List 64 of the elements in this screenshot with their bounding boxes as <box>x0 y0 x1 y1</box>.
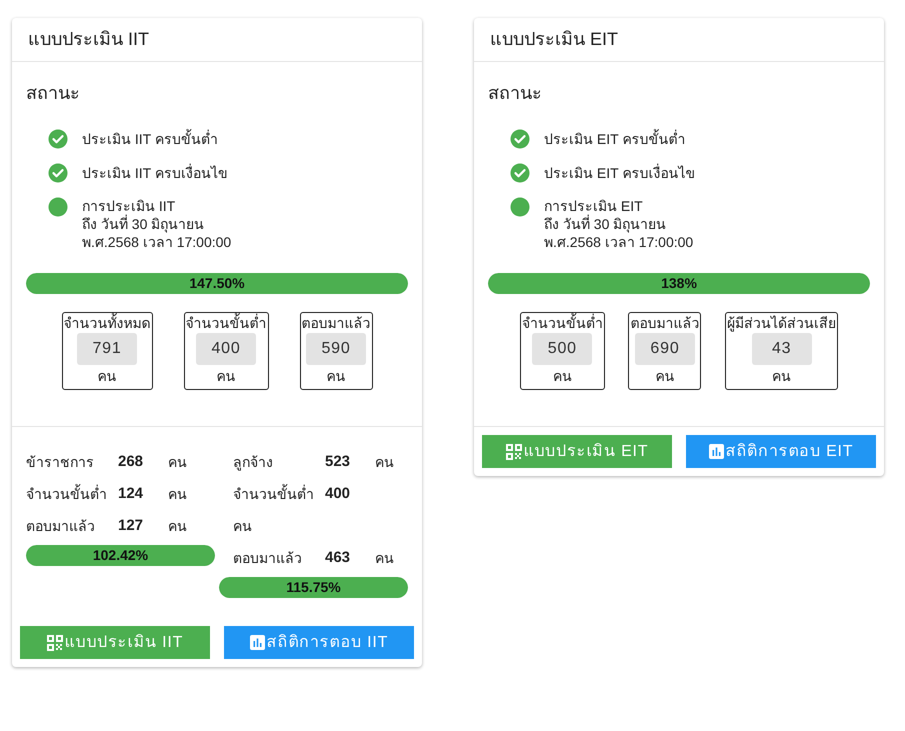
row-unit: คน <box>168 485 188 503</box>
stat-unit: คน <box>98 367 116 386</box>
stat-label: จำนวนทั้งหมด <box>62 313 152 333</box>
row-value: 127 <box>118 517 144 535</box>
check-circle-icon <box>510 163 530 183</box>
stat-value: 400 <box>196 333 256 365</box>
qr-code-icon <box>46 634 63 650</box>
status-text: ประเมิน IIT ครบขั้นต่ำ <box>82 129 218 148</box>
status-dot-icon <box>48 197 68 217</box>
stat-value: 590 <box>306 333 366 365</box>
row-unit: คน <box>375 453 395 471</box>
check-circle-icon <box>510 129 530 149</box>
check-circle-icon <box>48 129 68 149</box>
bar-chart-icon <box>250 635 265 650</box>
row-unit: คน <box>168 453 188 471</box>
stat-label: จำนวนขั้นต่ำ <box>184 313 268 333</box>
status-text: ประเมิน EIT ครบเงื่อนไข <box>544 163 696 182</box>
stat-label: ตอบมาแล้ว <box>629 314 700 333</box>
stat-unit: คน <box>552 367 572 386</box>
status-text: การประเมิน IIT ถึง วันที่ 30 มิถุนายน พ.ศ.2568 เวลา 17:00:00 <box>82 197 232 251</box>
stat-unit: คน <box>216 367 236 386</box>
stat-unit: คน <box>655 367 674 386</box>
stat-unit: คน <box>772 367 792 386</box>
action-button[interactable]: สถิติการตอบ IIT <box>224 626 414 659</box>
stat-value: 791 <box>77 333 137 365</box>
row-label: จำนวนขั้นต่ำ <box>233 485 315 503</box>
stat-unit: คน <box>326 367 346 386</box>
status-text: ประเมิน EIT ครบขั้นต่ำ <box>544 129 686 148</box>
row-label: จำนวนขั้นต่ำ <box>26 485 108 503</box>
stat-value: 500 <box>532 333 592 365</box>
status-text: การประเมิน EIT ถึง วันที่ 30 มิถุนายน พ.ศ.2568 เวลา 17:00:00 <box>544 197 694 251</box>
card-title: แบบประเมิน IIT <box>28 28 149 51</box>
row-label: ข้าราชการ <box>26 453 95 471</box>
status-text: ประเมิน IIT ครบเงื่อนไข <box>82 163 228 182</box>
action-button[interactable]: แบบประเมิน EIT <box>482 435 672 468</box>
progress-label: 147.50% <box>188 274 246 293</box>
progress-label: 115.75% <box>285 578 342 597</box>
progress-label: 102.42% <box>92 546 150 565</box>
row-label: ตอบมาแล้ว <box>26 517 96 535</box>
stat-label: จำนวนขั้นต่ำ <box>520 313 604 333</box>
row-value: 124 <box>118 485 144 503</box>
row-value: 523 <box>325 453 352 471</box>
row-label: ลูกจ้าง <box>233 453 274 471</box>
stat-label: ตอบมาแล้ว <box>300 314 372 333</box>
row-value: 400 <box>325 485 352 503</box>
status-heading: สถานะ <box>26 82 81 105</box>
row-label: คน <box>233 517 253 535</box>
row-unit: คน <box>375 549 395 567</box>
status-heading: สถานะ <box>488 82 543 105</box>
progress-label: 138% <box>660 274 698 293</box>
stat-value: 690 <box>634 333 695 365</box>
card-title: แบบประเมิน EIT <box>490 28 618 51</box>
status-dot-icon <box>510 197 530 217</box>
row-value: 463 <box>325 549 352 567</box>
row-unit: คน <box>168 517 188 535</box>
check-circle-icon <box>48 163 68 183</box>
bar-chart-icon <box>708 444 724 459</box>
stat-value: 43 <box>752 333 812 365</box>
stat-label: ผู้มีส่วนได้ส่วนเสีย <box>726 314 838 333</box>
row-value: 268 <box>118 453 144 471</box>
qr-code-icon <box>506 444 522 460</box>
action-button[interactable]: สถิติการตอบ EIT <box>686 435 876 468</box>
action-button[interactable]: แบบประเมิน IIT <box>20 626 210 659</box>
row-label: ตอบมาแล้ว <box>233 549 303 567</box>
